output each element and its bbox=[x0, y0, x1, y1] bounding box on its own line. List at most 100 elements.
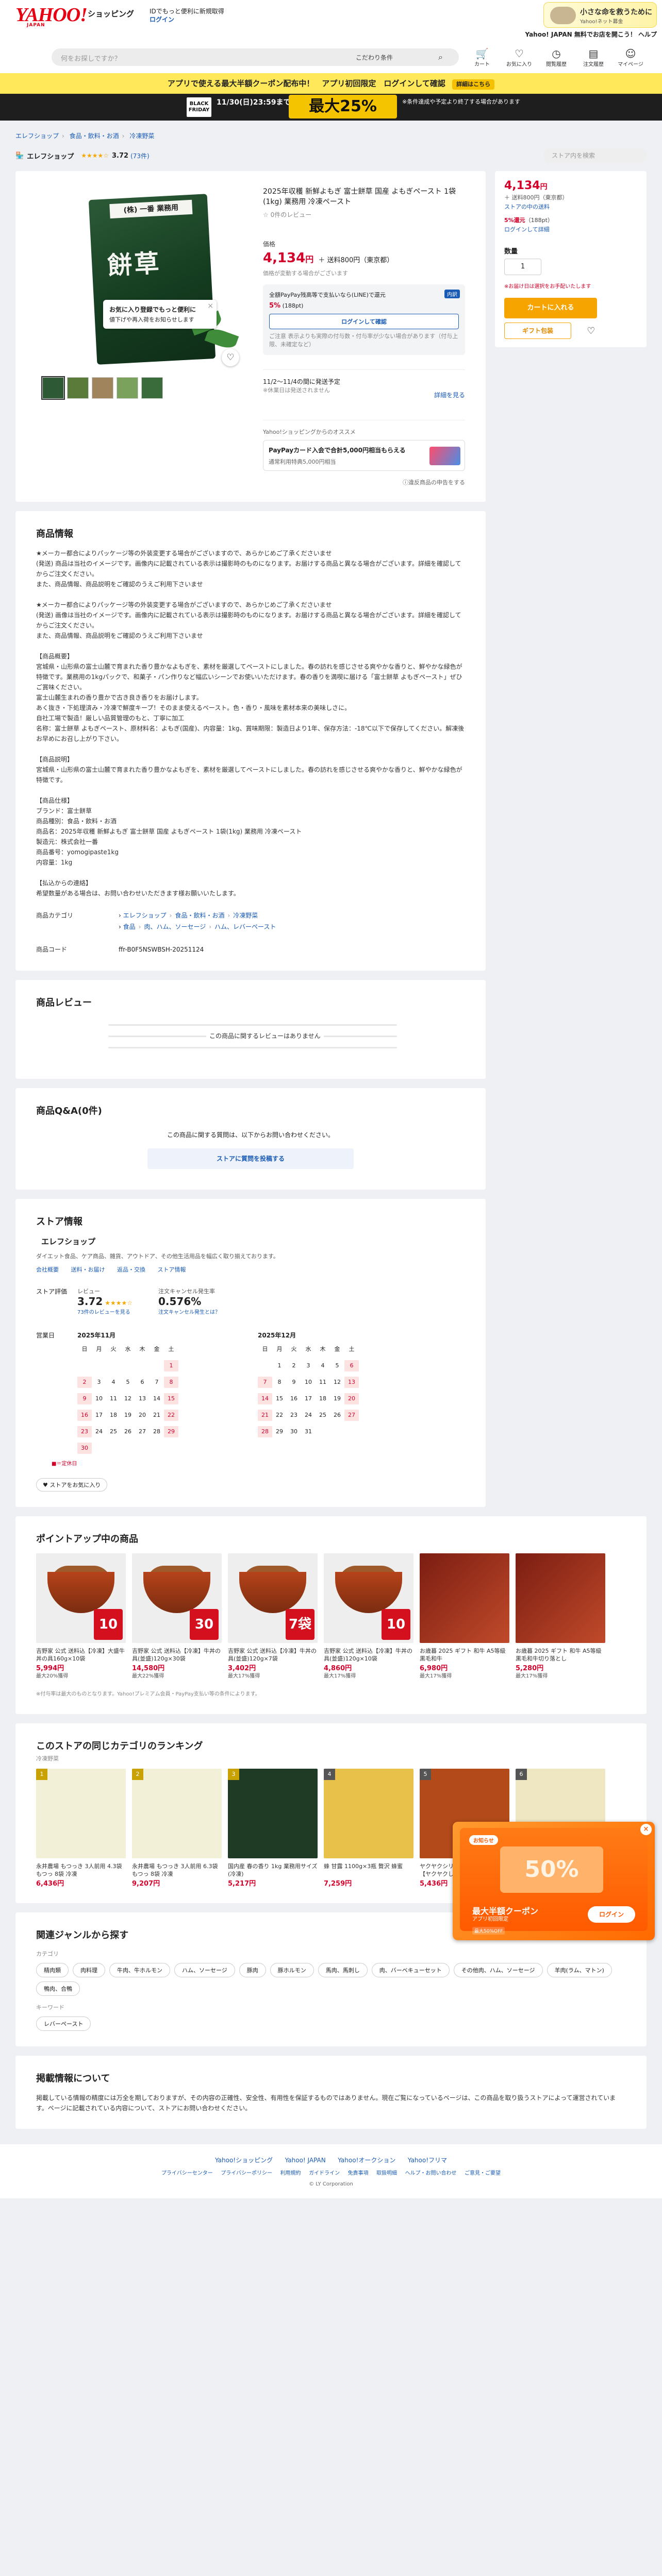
genre-tag[interactable]: 豚肉 bbox=[239, 1963, 266, 1977]
footer-link[interactable]: Yahoo! JAPAN bbox=[285, 2157, 326, 2164]
footer-sublink[interactable]: プライバシーポリシー bbox=[221, 2171, 272, 2176]
close-icon[interactable]: × bbox=[640, 1824, 652, 1835]
footer-sublink[interactable]: 免責事項 bbox=[348, 2171, 369, 2176]
history-icon[interactable]: ◷ 閲覧履歴 bbox=[543, 47, 569, 67]
thumbnail[interactable] bbox=[141, 377, 163, 399]
eval-review-link[interactable]: 73件のレビューを見る bbox=[77, 1308, 133, 1315]
heart-icon[interactable]: ♡ bbox=[587, 326, 595, 336]
thumbnail[interactable] bbox=[41, 376, 65, 400]
ranking-card[interactable]: 2 永井農場 もつっき 3人前用 6.3袋 もつっ 8袋 冷凍 9,207円 bbox=[132, 1769, 222, 1888]
genre-tag[interactable]: その他肉、ハム、ソーセージ bbox=[453, 1963, 543, 1977]
app-coupon-bar[interactable]: アプリで使える最大半額クーポン配布中！ アプリ初回限定 ログインして確認 詳細は… bbox=[0, 73, 662, 94]
keyword-tag[interactable]: レバーペースト bbox=[36, 2016, 91, 2031]
store-link[interactable]: ストア情報 bbox=[158, 1266, 186, 1273]
crumb-2[interactable]: 食品・飲料・お酒 bbox=[70, 132, 119, 140]
yahoo-logo[interactable]: YAHOO! JAPAN ショッピング bbox=[15, 5, 134, 28]
cat-link[interactable]: 冷凍野菜 bbox=[233, 912, 258, 919]
donation-banner[interactable]: 小さな命を救うために Yahoo!ネット募金 bbox=[543, 2, 657, 28]
product-image: 3 bbox=[228, 1769, 318, 1858]
store-link[interactable]: 会社概要 bbox=[36, 1266, 59, 1273]
product-card[interactable]: 10袋吉野家 公式 送料込【冷凍】大盛牛丼の具160g×10袋 5,994円最大2… bbox=[36, 1553, 126, 1680]
id-tagline[interactable]: IDでもっと便利に新規取得 bbox=[150, 7, 224, 15]
genre-tag[interactable]: 豚ホルモン bbox=[270, 1963, 314, 1977]
cat-link[interactable]: 肉、ハム、ソーセージ bbox=[144, 923, 206, 930]
search-conditions[interactable]: こだわり条件 bbox=[356, 53, 393, 62]
ranking-card[interactable]: 4 蜂 甘露 1100g×3瓶 贅沢 蜂蜜 7,259円 bbox=[324, 1769, 413, 1888]
genre-tag[interactable]: 鴨肉、合鴨 bbox=[36, 1981, 80, 1996]
footer-sublink[interactable]: ご意見・ご要望 bbox=[465, 2171, 501, 2176]
genre-tag[interactable]: 肉、バーベキューセット bbox=[371, 1963, 450, 1977]
product-card[interactable]: 30袋吉野家 公式 送料込【冷凍】牛丼の具(並盛)120g×30袋 14,580円… bbox=[132, 1553, 222, 1680]
gift-wrap-button[interactable]: ギフト包装 bbox=[504, 323, 571, 339]
main-image[interactable]: (株) 一番 業務用 餅草 × お気に入り登録でもっと便利に 値下げや再入荷をお… bbox=[36, 187, 247, 372]
genre-tag[interactable]: ハム、ソーセージ bbox=[174, 1963, 235, 1977]
store-link[interactable]: 返品・交換 bbox=[117, 1266, 145, 1273]
product-card[interactable]: お歳暮 2025 ギフト 和牛 A5等級 黒毛和牛切り落とし 5,280円 最大17… bbox=[516, 1553, 605, 1680]
store-name[interactable]: エレフショップ bbox=[27, 151, 74, 161]
store-search-input[interactable]: ストア内を検索 bbox=[543, 148, 647, 163]
footer-sublink[interactable]: 利用規約 bbox=[280, 2171, 301, 2176]
app-coupon-badge[interactable]: 詳細はこちら bbox=[452, 79, 495, 90]
promo-card[interactable]: PayPayカード入会で合計5,000円相当もらえる 通常利用特典5,000円相… bbox=[263, 440, 465, 471]
product-image: 1 bbox=[36, 1769, 126, 1858]
quantity-input[interactable]: 1 bbox=[504, 259, 541, 275]
footer-link[interactable]: Yahoo!フリマ bbox=[408, 2157, 447, 2164]
search-input[interactable]: 何をお探しですか？ こだわり条件 ⌕ bbox=[52, 48, 459, 66]
thumbnail[interactable] bbox=[92, 377, 113, 399]
thumbnail[interactable] bbox=[117, 377, 138, 399]
ranking-card[interactable]: 3 国内産 春の香り 1kg 業務用サイズ(冷凍) 5,217円 bbox=[228, 1769, 318, 1888]
cancel-link[interactable]: 注文キャンセル発生とは？ bbox=[158, 1308, 220, 1315]
orders-icon[interactable]: ▤ 注文履歴 bbox=[581, 47, 606, 67]
favorite-icon[interactable]: ♡ お気に入り bbox=[506, 47, 532, 67]
footer-sublink[interactable]: ガイドライン bbox=[309, 2171, 340, 2176]
search-icon[interactable]: ⌕ bbox=[438, 52, 443, 62]
genre-tag[interactable]: 精肉類 bbox=[36, 1963, 69, 1977]
panel-shipping-link[interactable]: ストアの中の送料 bbox=[504, 202, 637, 211]
crumb-3[interactable]: 冷凍野菜 bbox=[129, 132, 154, 140]
footer-sublink[interactable]: プライバシーセンター bbox=[161, 2171, 213, 2176]
crumb-1[interactable]: エレフショップ bbox=[15, 132, 59, 140]
product-card[interactable]: 7袋 吉野家 公式 送料込【冷凍】牛丼の具(並盛)120g×7袋 3,402円 最大1… bbox=[228, 1553, 318, 1680]
review-count[interactable]: ☆ 0件のレビュー bbox=[263, 210, 465, 219]
footer-link[interactable]: Yahoo!オークション bbox=[338, 2157, 395, 2164]
close-icon[interactable]: × bbox=[207, 302, 213, 310]
ask-question-button[interactable]: ストアに質問を投稿する bbox=[147, 1148, 354, 1169]
breakdown-badge[interactable]: 内訳 bbox=[444, 290, 460, 298]
heart-icon[interactable]: ♡ bbox=[222, 349, 239, 366]
coupon-login-button[interactable]: ログイン bbox=[588, 1906, 635, 1923]
cat-link[interactable]: 食品 bbox=[123, 923, 136, 930]
genre-tag[interactable]: 牛肉、牛ホルモン bbox=[109, 1963, 170, 1977]
product-card[interactable]: 10袋吉野家 公式 送料込【冷凍】牛丼の具(並盛)120g×10袋 4,860円最… bbox=[324, 1553, 413, 1680]
package-image: (株) 一番 業務用 餅草 bbox=[88, 194, 216, 365]
thumbnail[interactable] bbox=[67, 377, 89, 399]
genre-tag[interactable]: 馬肉、馬刺し bbox=[318, 1963, 368, 1977]
login-link[interactable]: ログイン bbox=[150, 15, 224, 24]
panel-points-link[interactable]: ログインして詳細 bbox=[504, 225, 637, 233]
cat-link[interactable]: 食品・飲料・お酒 bbox=[175, 912, 224, 919]
black-friday-banner[interactable]: BLACK FRIDAY 11/30(日)23:59まで 最大25% ※条件達成… bbox=[0, 94, 662, 121]
footer-sublink[interactable]: 取扱明細 bbox=[376, 2171, 397, 2176]
follow-store-button[interactable]: ♥ ストアをお気に入り bbox=[36, 1478, 108, 1492]
store-link[interactable]: 送料・お届け bbox=[71, 1266, 105, 1273]
mypage-icon[interactable]: ☺ マイページ bbox=[618, 47, 643, 67]
delivery-more-link[interactable]: 詳細を見る bbox=[434, 391, 465, 399]
genre-tag[interactable]: 羊肉(ラム、マトン) bbox=[547, 1963, 612, 1977]
cat-link[interactable]: ハム、レバーペースト bbox=[214, 923, 276, 930]
product-code: ffr-B0F5NSWBSH-20251124 bbox=[119, 946, 204, 953]
coupon-popup[interactable]: お知らせ 50% 最大半額クーポン アプリ初回限定 ログイン 最大50%OFF … bbox=[453, 1822, 655, 1940]
ranking-card[interactable]: 1 永井農場 もつっき 3人前用 4.3袋 もつっ 8袋 冷凍 6,436円 bbox=[36, 1769, 126, 1888]
store-icon: 🏪 bbox=[15, 151, 24, 160]
product-card[interactable]: お歳暮 2025 ギフト 和牛 A5等級 黒毛和牛 6,980円 最大17%獲得 bbox=[420, 1553, 509, 1680]
cat-link[interactable]: エレフショップ bbox=[123, 912, 167, 919]
genre-tag[interactable]: 肉料理 bbox=[73, 1963, 105, 1977]
cart-icon[interactable]: 🛒 カート bbox=[469, 47, 495, 67]
header-help-links[interactable]: Yahoo! JAPAN 無料でお店を開こう！ ヘルプ bbox=[525, 30, 657, 39]
report-link[interactable]: ⓘ違反商品の申告をする bbox=[263, 478, 465, 486]
add-to-cart-button[interactable]: カートに入れる bbox=[504, 298, 597, 318]
store-review-count[interactable]: (73件) bbox=[130, 151, 150, 160]
footer-link[interactable]: Yahoo!ショッピング bbox=[215, 2157, 273, 2164]
pointup-strip: 10袋吉野家 公式 送料込【冷凍】大盛牛丼の具160g×10袋 5,994円最大2… bbox=[36, 1553, 626, 1680]
store-info-name[interactable]: エレフショップ bbox=[41, 1236, 465, 1247]
footer-sublink[interactable]: ヘルプ・お問い合わせ bbox=[405, 2171, 457, 2176]
login-confirm-button[interactable]: ログインして確認 bbox=[269, 314, 459, 329]
